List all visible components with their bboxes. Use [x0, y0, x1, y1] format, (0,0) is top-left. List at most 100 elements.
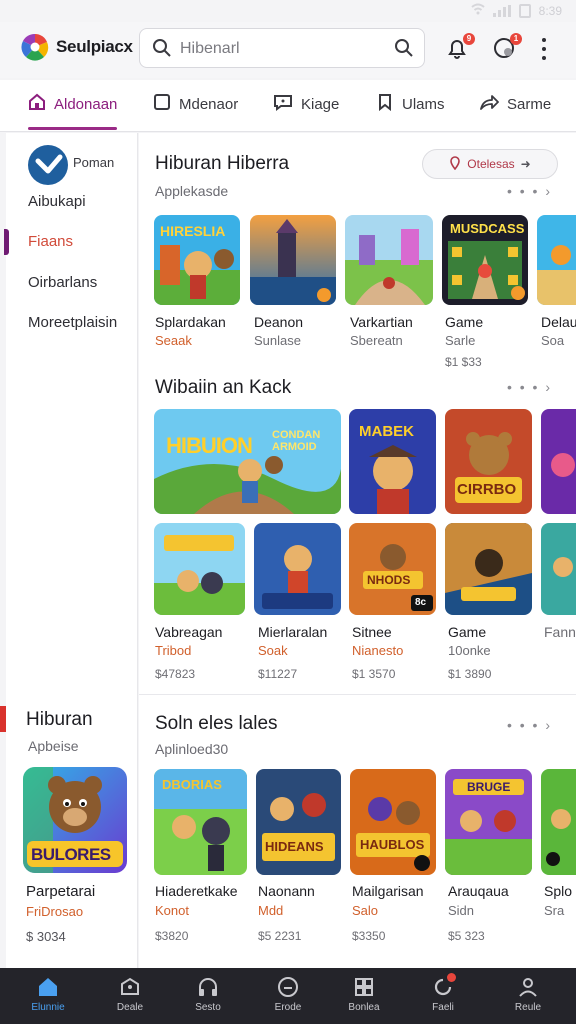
game-publisher: 10onke	[448, 643, 491, 658]
banner-small-text: CONDAN ARMOID	[272, 429, 321, 453]
game-tile[interactable]: HIRESLIA	[154, 215, 240, 305]
banner-text: HIBUION	[166, 433, 253, 458]
avatar[interactable]	[28, 145, 68, 185]
section-title: Soln eles lales	[155, 713, 278, 734]
search-submit-icon[interactable]	[394, 38, 414, 63]
game-banner[interactable]: MABEK	[349, 409, 436, 514]
refresh-icon	[432, 973, 456, 998]
game-tile[interactable]	[254, 523, 341, 615]
tab-ulams[interactable]: Ulams	[376, 93, 445, 115]
tab-aldonaan[interactable]: Aldonaan	[28, 93, 117, 115]
game-tile[interactable]	[537, 215, 576, 305]
app-name: Seulpiacx	[56, 37, 133, 56]
game-title: Splo	[544, 883, 573, 899]
category-tabs: Aldonaan Mdenaor Kiage Ulams Sarme	[0, 80, 576, 132]
tile-text: NHODS	[367, 573, 411, 587]
game-price: $3350	[352, 929, 386, 943]
game-title: Sitnee	[352, 624, 392, 640]
game-tile[interactable]: DBORIAS	[154, 769, 247, 875]
featured-game-card[interactable]: BULORES	[23, 767, 127, 873]
notifications-button[interactable]: 9	[445, 33, 475, 62]
nav-deale[interactable]: Deale	[100, 976, 160, 1013]
nav-reule[interactable]: Reule	[498, 976, 558, 1013]
profile-badge: 1	[510, 33, 522, 45]
section-more-icon[interactable]: • • • ›	[507, 183, 552, 199]
game-price: $5 2231	[258, 929, 302, 943]
profile-button[interactable]: 1	[492, 33, 522, 64]
section-more-icon[interactable]: • • • ›	[507, 717, 552, 733]
tile-text: BRUGE	[467, 780, 511, 794]
game-tile[interactable]	[154, 523, 245, 615]
nav-bonlea[interactable]: Bonlea	[334, 976, 394, 1013]
game-title: Fann	[544, 624, 576, 640]
nav-home[interactable]: Elunnie	[18, 976, 78, 1013]
active-tab-indicator	[28, 127, 117, 130]
tab-mdenaor[interactable]: Mdenaor	[153, 93, 238, 115]
tile-banner-text: HIRESLIA	[160, 223, 226, 239]
game-banner[interactable]: CIRRBO	[445, 409, 532, 514]
section-title: Wibaiin an Kack	[155, 377, 292, 398]
tile-text: 8c	[415, 597, 427, 608]
home-icon	[37, 976, 59, 998]
game-publisher: Sbereatn	[350, 333, 403, 348]
nav-faeli[interactable]: Faeli	[413, 973, 473, 1013]
bookmark-icon	[376, 93, 394, 115]
game-publisher: Tribod	[155, 643, 192, 658]
game-title: Vabreagan	[155, 624, 223, 640]
tag-icon	[119, 976, 141, 998]
game-tile[interactable]	[541, 769, 576, 875]
battery-icon	[518, 3, 531, 18]
game-tile[interactable]	[250, 215, 336, 305]
game-publisher: Seaak	[155, 333, 192, 348]
avatar-label: Poman	[73, 155, 115, 170]
game-tile[interactable]: HAUBLOS	[350, 769, 436, 875]
signal-icon	[492, 4, 511, 17]
nav-sesto[interactable]: Sesto	[178, 976, 238, 1013]
featured-card-text: BULORES	[31, 845, 111, 864]
game-price: $11227	[258, 667, 298, 681]
section-more-icon[interactable]: • • • ›	[507, 379, 552, 395]
sidebar-item-fiaans[interactable]: Fiaans	[28, 233, 73, 250]
game-title: Mierlaralan	[258, 624, 328, 640]
search-bar[interactable]: Hibenarl	[139, 28, 425, 68]
game-publisher: Nianesto	[352, 643, 404, 658]
search-input[interactable]: Hibenarl	[180, 40, 240, 58]
game-publisher: Konot	[155, 903, 189, 918]
game-title: Naonann	[258, 883, 315, 899]
tile-text: HAUBLOS	[360, 837, 425, 852]
sidebar-item-oirbarlans[interactable]: Oirbarlans	[28, 274, 97, 291]
game-price: $47823	[155, 667, 196, 681]
filter-chip[interactable]: Otelesas ➜	[422, 149, 558, 179]
game-title: Varkartian	[350, 314, 413, 330]
circle-icon	[277, 976, 299, 998]
game-tile[interactable]	[541, 523, 576, 615]
tile-text: DBORIAS	[162, 777, 222, 792]
game-banner[interactable]: HIBUION CONDAN ARMOID	[154, 409, 341, 514]
game-tile[interactable]	[445, 523, 532, 615]
game-title: Game	[445, 314, 484, 330]
game-publisher: Sunlase	[254, 333, 301, 348]
game-price: $1 $33	[445, 355, 482, 369]
game-tile[interactable]: MUSDCASS	[442, 215, 528, 305]
share-icon	[479, 93, 499, 115]
game-publisher: Soak	[258, 643, 288, 658]
tab-kiage[interactable]: Kiage	[273, 93, 339, 115]
bottom-navigation: Elunnie Deale Sesto Erode Bonlea Faeli R…	[0, 968, 576, 1024]
game-tile[interactable]	[345, 215, 433, 305]
profile-circle-icon	[492, 38, 516, 64]
game-publisher: Salo	[352, 903, 379, 918]
sidebar-item-aibukapi[interactable]: Aibukapi	[28, 193, 86, 210]
game-tile[interactable]: HIDEANS	[256, 769, 341, 875]
more-options-icon[interactable]	[538, 38, 550, 60]
sidebar-item-moreetplaisin[interactable]: Moreetplaisin	[28, 314, 117, 331]
game-banner[interactable]	[541, 409, 576, 514]
app-logo[interactable]: Seulpiacx	[20, 32, 133, 62]
game-tile[interactable]: BRUGE	[445, 769, 532, 875]
nav-erode[interactable]: Erode	[258, 976, 318, 1013]
featured-card-title: Parpetarai	[26, 883, 96, 900]
game-title: Hiaderetkake	[155, 883, 238, 899]
tab-sarme[interactable]: Sarme	[479, 93, 551, 115]
chat-icon	[273, 93, 293, 115]
pin-icon	[449, 155, 461, 173]
game-tile[interactable]: NHODS 8c	[349, 523, 436, 615]
